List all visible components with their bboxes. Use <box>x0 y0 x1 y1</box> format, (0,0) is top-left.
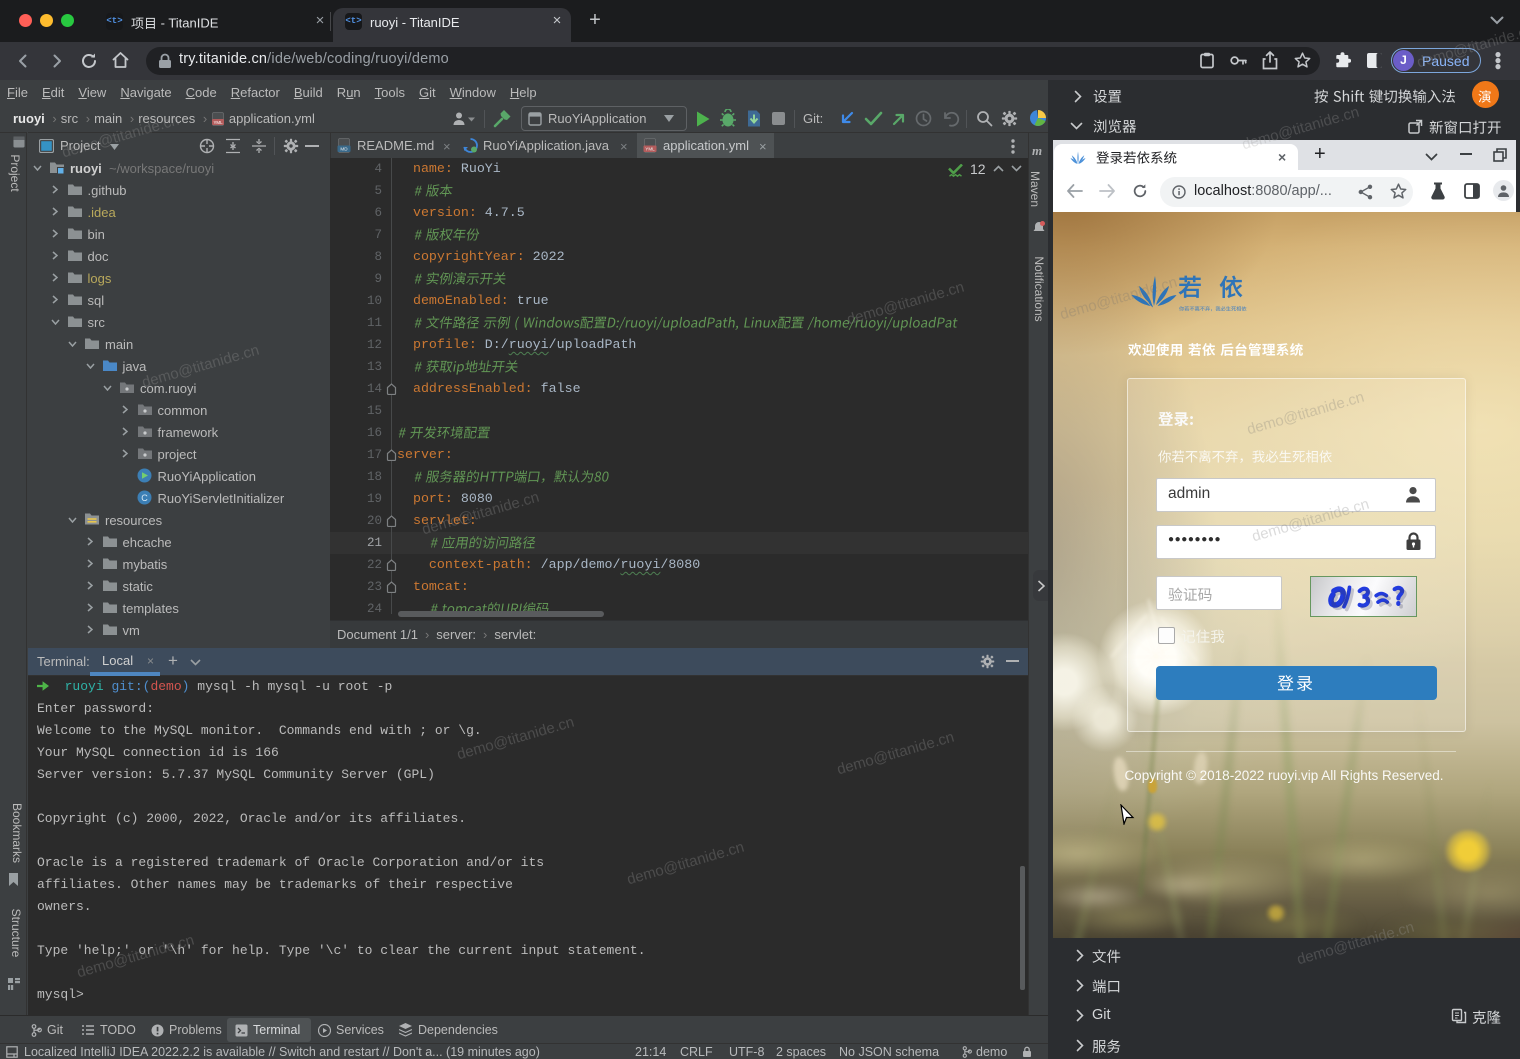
svg-text:YML: YML <box>645 147 655 152</box>
svg-text:C: C <box>141 493 148 503</box>
svg-text:YML: YML <box>214 119 224 124</box>
svg-text:MD: MD <box>340 147 348 152</box>
